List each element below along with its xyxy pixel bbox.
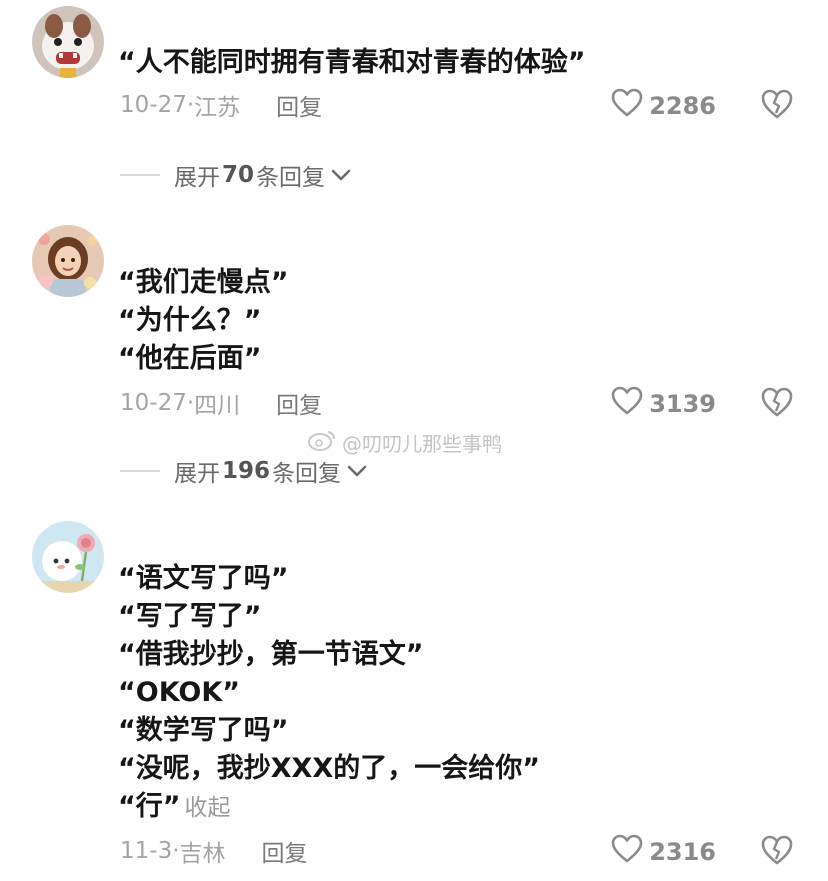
comment-meta: 10-27 · 江苏 回复 [120, 88, 322, 122]
weibo-logo-icon [308, 429, 336, 456]
chevron-down-icon [331, 162, 351, 188]
comment-text: “语文写了吗” “写了写了” “借我抄抄，第一节语文” “OKOK” “数学写了… [118, 560, 540, 827]
divider [120, 174, 160, 176]
like-button[interactable]: 2316 [611, 834, 716, 870]
heart-outline-icon [611, 834, 643, 870]
reply-count: 70 [222, 162, 255, 188]
divider [120, 470, 160, 472]
comment-line: “数学写了吗” [118, 715, 289, 746]
dislike-button[interactable] [760, 88, 794, 122]
comment-meta: 10-27 · 四川 回复 [120, 386, 322, 420]
like-count: 3139 [649, 390, 716, 418]
comment-location: 四川 [194, 393, 241, 419]
watermark-text: @叨叨儿那些事鸭 [342, 432, 502, 456]
expand-replies-button[interactable]: 展开 196 条回复 [120, 454, 367, 488]
comment-location: 吉林 [179, 841, 226, 867]
comment-line: “行” [118, 791, 181, 822]
comment-line: “没呢，我抄XXX的了，一会给你” [118, 753, 540, 784]
comment-line: “人不能同时拥有青春和对青春的体验” [118, 47, 586, 78]
avatar[interactable] [32, 6, 104, 78]
comment-date: 10-27 [120, 390, 187, 416]
comment-meta: 11-3 · 吉林 回复 [120, 834, 308, 868]
collapse-button[interactable]: 收起 [185, 795, 231, 821]
like-button[interactable]: 3139 [611, 386, 716, 422]
comment-date: 10-27 [120, 92, 187, 118]
comment-line: “我们走慢点” [118, 267, 289, 298]
expand-replies-button[interactable]: 展开 70 条回复 [120, 158, 351, 192]
comment-date: 11-3 [120, 838, 173, 864]
reply-button[interactable]: 回复 [262, 834, 308, 868]
broken-heart-icon [760, 387, 794, 422]
chevron-down-icon [347, 458, 367, 484]
comment-location: 江苏 [194, 95, 241, 121]
reply-button[interactable]: 回复 [276, 88, 322, 122]
comment-text: “人不能同时拥有青春和对青春的体验” [118, 44, 586, 82]
reply-button[interactable]: 回复 [276, 386, 322, 420]
comment-line: “OKOK” [118, 677, 241, 708]
comment-line: “为什么？” [118, 305, 262, 336]
like-count: 2316 [649, 838, 716, 866]
dislike-button[interactable] [760, 386, 794, 420]
broken-heart-icon [760, 89, 794, 124]
like-button[interactable]: 2286 [611, 88, 716, 124]
avatar[interactable] [32, 225, 104, 297]
comment-line: “写了写了” [118, 601, 262, 632]
heart-outline-icon [611, 386, 643, 422]
comment-line: “他在后面” [118, 343, 262, 374]
comment-text: “我们走慢点” “为什么？” “他在后面” [118, 264, 289, 378]
watermark: @叨叨儿那些事鸭 [308, 428, 502, 457]
like-count: 2286 [649, 92, 716, 120]
comment-line: “借我抄抄，第一节语文” [118, 639, 424, 670]
broken-heart-icon [760, 835, 794, 870]
reply-count: 196 [222, 458, 271, 484]
dislike-button[interactable] [760, 834, 794, 868]
heart-outline-icon [611, 88, 643, 124]
comment-line: “语文写了吗” [118, 563, 289, 594]
avatar[interactable] [32, 521, 104, 593]
